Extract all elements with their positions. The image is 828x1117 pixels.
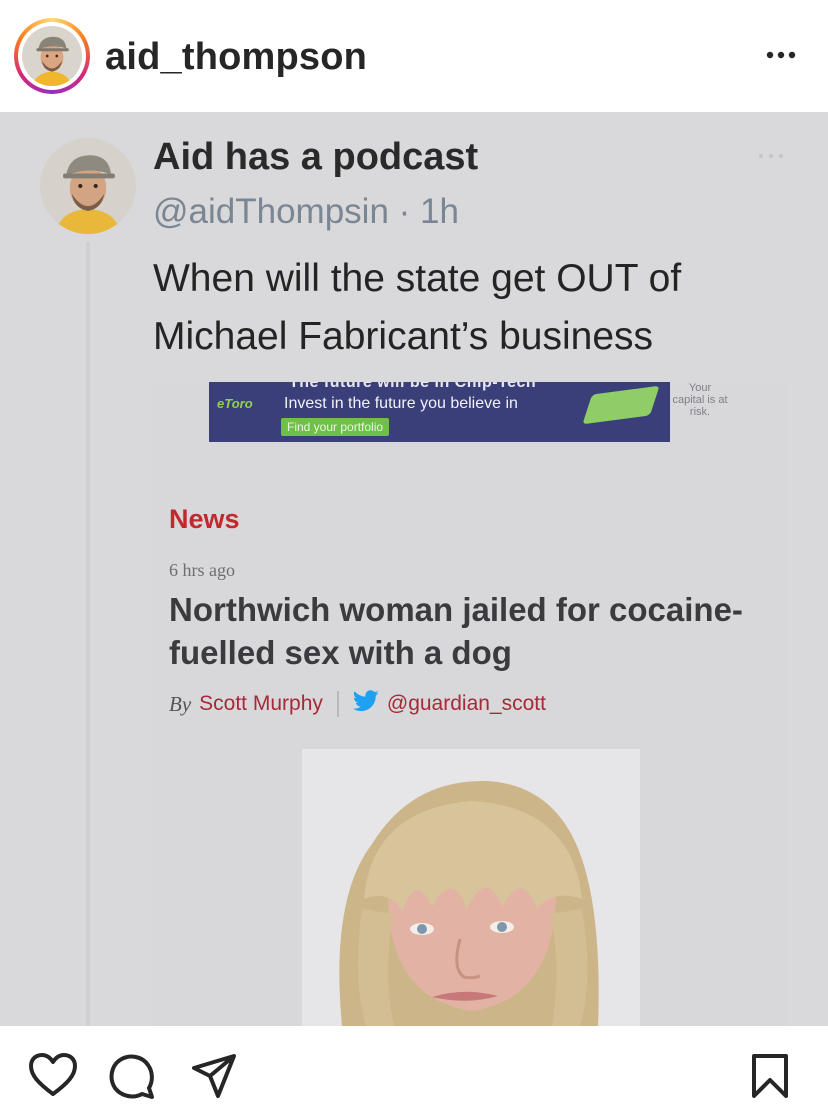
ad-top-text: The future will be in Chip-Tech: [289, 382, 537, 391]
byline-divider: [336, 691, 339, 717]
post-header: aid_thompson: [0, 0, 828, 112]
tweet-handle-time: @aidThompsin · 1h: [153, 192, 459, 231]
post-image[interactable]: Aid has a podcast @aidThompsin · 1h When…: [0, 112, 828, 1026]
bookmark-icon[interactable]: [748, 1052, 792, 1105]
thread-line: [86, 242, 90, 1026]
article-section: News: [169, 504, 240, 534]
tweet-display-name: Aid has a podcast: [153, 136, 479, 178]
ad-risk-note: Your capital is at risk.: [672, 382, 728, 418]
tweet-avatar: [40, 138, 136, 234]
twitter-bird-icon: [352, 690, 379, 718]
chip-icon: [582, 385, 660, 425]
profile-avatar[interactable]: [14, 18, 90, 94]
article-author: Scott Murphy: [199, 692, 323, 715]
tweet-text: When will the state get OUT of Michael F…: [153, 257, 682, 358]
ad-tagline: Invest in the future you believe in: [284, 395, 518, 412]
more-options-icon[interactable]: [760, 40, 802, 70]
ad-logo: eToro: [217, 396, 253, 411]
byline-label: By: [169, 691, 192, 716]
heart-icon[interactable]: [28, 1052, 78, 1103]
avatar-image: [22, 26, 82, 86]
more-horizontal-icon: [756, 148, 786, 158]
ad-banner: The future will be in Chip-Tech eToro In…: [209, 382, 670, 442]
article-time: 6 hrs ago: [169, 560, 235, 580]
ad-button: Find your portfolio: [281, 418, 390, 436]
send-icon[interactable]: [190, 1052, 238, 1105]
post-action-bar: [0, 1026, 828, 1117]
comment-icon[interactable]: [108, 1052, 156, 1105]
author-twitter-handle: @guardian_scott: [386, 692, 546, 715]
username[interactable]: aid_thompson: [105, 36, 367, 79]
article-photo: [302, 749, 640, 1026]
article-byline: By Scott Murphy @guardian_scott: [169, 690, 546, 718]
article-headline: Northwich woman jailed for cocaine-fuell…: [169, 591, 743, 671]
